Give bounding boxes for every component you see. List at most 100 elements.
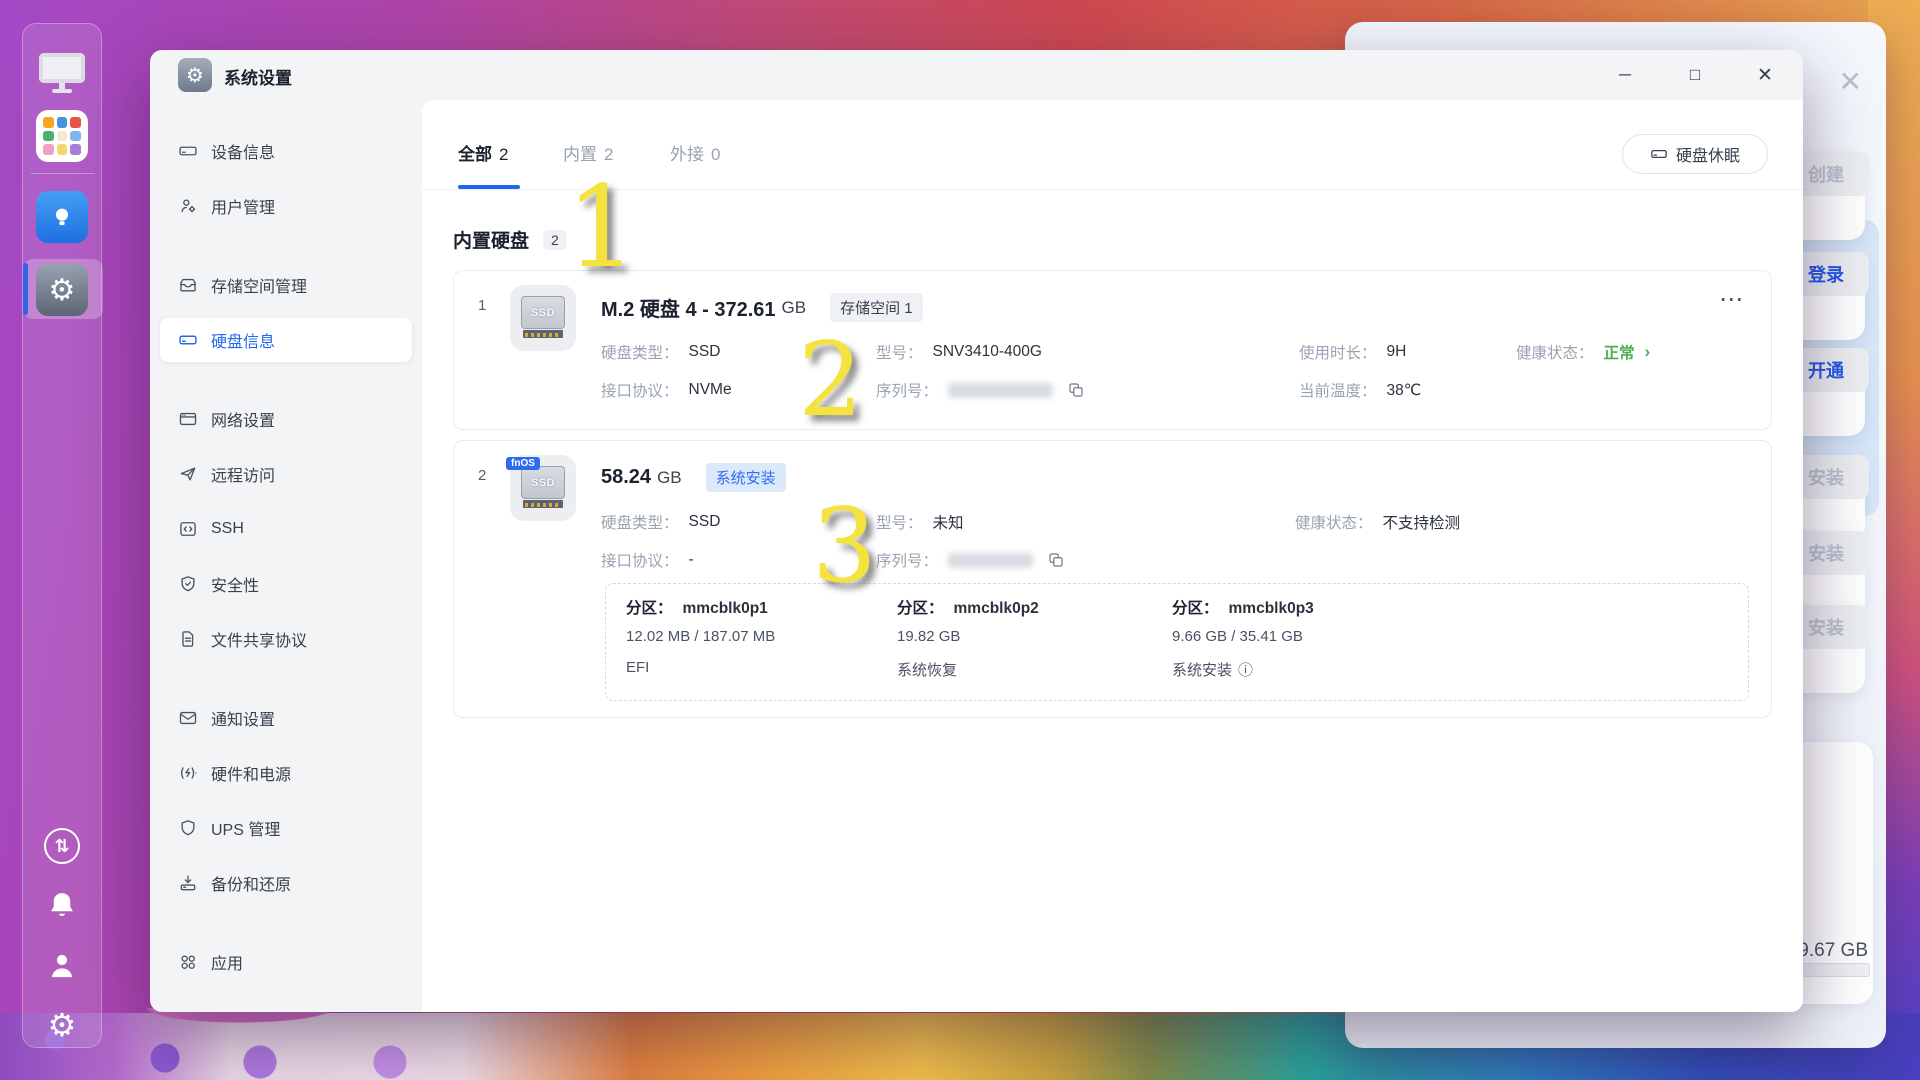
chevron-right-icon: › bbox=[1644, 342, 1651, 361]
sidebar-item-label: SSH bbox=[211, 520, 244, 537]
copy-icon[interactable] bbox=[1067, 381, 1085, 399]
tips-app-icon[interactable] bbox=[36, 191, 88, 243]
maximize-button[interactable]: □ bbox=[1672, 50, 1718, 100]
user-icon[interactable] bbox=[43, 947, 81, 985]
tab-external[interactable]: 外接 0 bbox=[670, 140, 720, 165]
partition-role: EFI bbox=[626, 659, 650, 676]
active-tab-indicator bbox=[458, 185, 520, 189]
health-status-value: 正常 bbox=[1603, 345, 1635, 362]
tab-count: 2 bbox=[604, 145, 614, 164]
sidebar-item-backup-restore[interactable]: 备份和还原 bbox=[160, 861, 412, 905]
ssd-drive-icon: SSD bbox=[510, 285, 576, 351]
gear-icon[interactable]: ⚙ bbox=[48, 1006, 77, 1044]
disk-title-unit: GB bbox=[781, 297, 807, 317]
hibernate-label: 硬盘休眠 bbox=[1675, 148, 1740, 165]
settings-app-icon[interactable]: ⚙ bbox=[36, 264, 88, 316]
section-count-badge: 2 bbox=[543, 229, 567, 250]
serial-masked bbox=[948, 382, 1054, 398]
sidebar-item-label: 安全性 bbox=[211, 578, 260, 595]
sidebar-item-label: 硬件和电源 bbox=[211, 767, 292, 784]
storage-pool-badge: 存储空间 1 bbox=[830, 293, 923, 322]
annotation-number-1: 1 bbox=[566, 163, 638, 293]
users-icon bbox=[178, 196, 198, 216]
sidebar-item-apps[interactable]: 应用 bbox=[160, 940, 412, 984]
partition-label: 分区： bbox=[1172, 600, 1219, 617]
apps-grid-icon bbox=[178, 952, 198, 972]
window-title: 系统设置 bbox=[224, 69, 292, 88]
sidebar: 设备信息 用户管理 存储空间管理 硬盘信息 网络设置 远程访问 SSH 安全性 … bbox=[150, 100, 422, 1012]
partition-box: 分区： mmcblk0p1 12.02 MB / 187.07 MB EFI 分区… bbox=[605, 583, 1749, 701]
sidebar-item-label: 用户管理 bbox=[211, 200, 276, 217]
partition-role: 系统安装 ⓘ bbox=[1172, 662, 1254, 679]
more-menu-icon[interactable]: ⋯ bbox=[1719, 285, 1745, 314]
desktop-icon[interactable] bbox=[39, 51, 85, 97]
tab-internal[interactable]: 内置 2 bbox=[563, 140, 613, 165]
shield-icon bbox=[178, 818, 198, 838]
dock-active-indicator bbox=[23, 263, 28, 315]
disk-title: M.2 硬盘 4 - 372.61 bbox=[601, 299, 776, 321]
field-label: 型号： bbox=[876, 345, 923, 362]
sidebar-item-device-info[interactable]: 设备信息 bbox=[160, 129, 412, 173]
field-label: 接口协议： bbox=[601, 383, 679, 400]
sidebar-item-hardware-power[interactable]: 硬件和电源 bbox=[160, 751, 412, 795]
gear-icon: ⚙ bbox=[36, 264, 88, 316]
field-value: 9H bbox=[1386, 343, 1407, 360]
titlebar: ⚙ 系统设置 ─ □ ✕ bbox=[150, 50, 1803, 100]
close-icon[interactable]: ✕ bbox=[1839, 68, 1862, 96]
field-label: 型号： bbox=[876, 515, 923, 532]
info-icon[interactable]: ⓘ bbox=[1238, 662, 1253, 679]
sidebar-item-notification-settings[interactable]: 通知设置 bbox=[160, 696, 412, 740]
field-label: 序列号： bbox=[876, 383, 939, 400]
field-value: SNV3410-400G bbox=[932, 343, 1042, 360]
settings-gear-icon: ⚙ bbox=[178, 58, 212, 92]
notifications-icon[interactable] bbox=[43, 888, 81, 926]
sidebar-item-security[interactable]: 安全性 bbox=[160, 562, 412, 606]
system-install-badge: 系统安装 bbox=[705, 463, 786, 492]
tab-count: 2 bbox=[499, 145, 509, 164]
minimize-button[interactable]: ─ bbox=[1602, 50, 1648, 100]
sidebar-item-remote-access[interactable]: 远程访问 bbox=[160, 452, 412, 496]
field-label: 接口协议： bbox=[601, 553, 679, 570]
sidebar-item-ups[interactable]: UPS 管理 bbox=[160, 806, 412, 850]
field-label: 当前温度： bbox=[1299, 383, 1377, 400]
partition-role: 系统恢复 bbox=[897, 662, 958, 679]
disk-title: 58.24 bbox=[601, 466, 652, 488]
disk-title-unit: GB bbox=[657, 467, 682, 487]
paper-plane-icon bbox=[178, 464, 198, 484]
sidebar-item-disk-info[interactable]: 硬盘信息 bbox=[160, 318, 412, 362]
field-label: 硬盘类型： bbox=[601, 515, 679, 532]
field-value: NVMe bbox=[688, 381, 732, 398]
tab-label: 外接 bbox=[670, 145, 704, 164]
shield-check-icon bbox=[178, 574, 198, 594]
disk-hibernate-button[interactable]: 硬盘休眠 bbox=[1622, 134, 1768, 174]
power-icon bbox=[178, 763, 198, 783]
sidebar-item-label: 通知设置 bbox=[211, 712, 276, 729]
sidebar-item-network-settings[interactable]: 网络设置 bbox=[160, 397, 412, 441]
partition-label: 分区： bbox=[626, 600, 673, 617]
sidebar-item-storage-management[interactable]: 存储空间管理 bbox=[160, 263, 412, 307]
sidebar-item-label: 远程访问 bbox=[211, 468, 276, 485]
sidebar-item-ssh[interactable]: SSH bbox=[160, 507, 412, 551]
tab-all[interactable]: 全部 2 bbox=[458, 140, 508, 165]
sidebar-item-file-sharing[interactable]: 文件共享协议 bbox=[160, 617, 412, 661]
field-label: 健康状态： bbox=[1295, 515, 1373, 532]
sidebar-item-user-management[interactable]: 用户管理 bbox=[160, 184, 412, 228]
annotation-number-2: 2 bbox=[798, 321, 863, 440]
sidebar-item-label: UPS 管理 bbox=[211, 822, 281, 839]
tab-count: 0 bbox=[711, 145, 721, 164]
annotation-number-3: 3 bbox=[812, 487, 877, 606]
transfer-glyph: ⇅ bbox=[44, 828, 80, 864]
transfer-icon[interactable]: ⇅ bbox=[44, 828, 80, 864]
health-status-link[interactable]: 健康状态： 正常 › bbox=[1516, 341, 1650, 363]
app-grid-glyph bbox=[36, 110, 88, 162]
copy-icon[interactable] bbox=[1047, 551, 1065, 569]
partition-name: mmcblk0p3 bbox=[1228, 600, 1314, 617]
field-value: 38℃ bbox=[1386, 381, 1422, 399]
field-value: - bbox=[688, 551, 694, 568]
app-launcher-icon[interactable] bbox=[36, 110, 88, 162]
lightbulb-icon bbox=[36, 191, 88, 243]
close-button[interactable]: ✕ bbox=[1742, 50, 1788, 100]
ssd-drive-icon: fnOS SSD bbox=[506, 455, 576, 521]
document-icon bbox=[178, 629, 198, 649]
tab-label: 内置 bbox=[563, 145, 597, 164]
